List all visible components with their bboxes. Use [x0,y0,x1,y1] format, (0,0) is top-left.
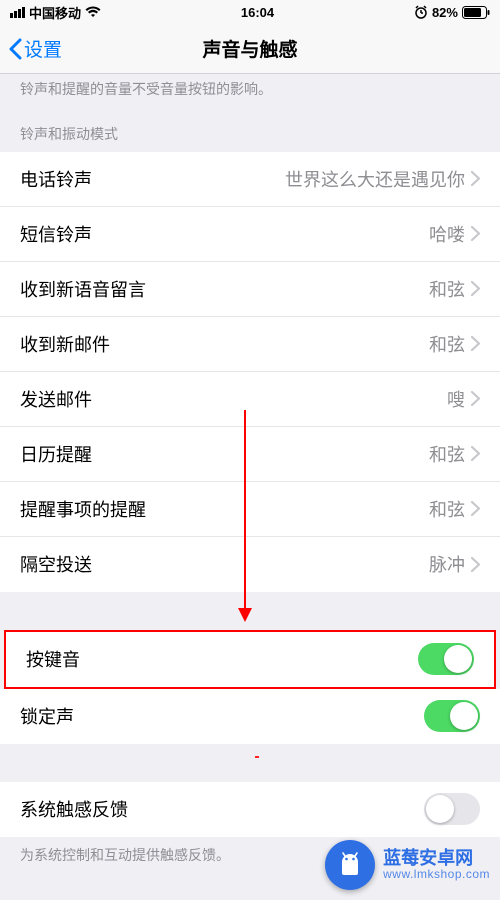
signal-bars-icon [10,7,25,18]
chevron-right-icon [471,171,480,186]
status-time: 16:04 [241,5,274,20]
row-value: 和弦 [429,276,465,302]
chevron-left-icon [8,38,22,60]
wifi-icon [85,6,101,18]
row-new-mail[interactable]: 收到新邮件 和弦 [0,317,500,372]
haptics-group: 系统触感反馈 [0,782,500,837]
row-value: 和弦 [429,496,465,522]
row-sent-mail[interactable]: 发送邮件 嗖 [0,372,500,427]
battery-percent: 82% [432,5,458,20]
status-bar: 中国移动 16:04 82% [0,0,500,24]
row-label: 提醒事项的提醒 [20,496,146,522]
sounds-group: 电话铃声 世界这么大还是遇见你 短信铃声 哈喽 收到新语音留言 和弦 收到新邮件… [0,152,500,592]
row-label: 按键音 [26,646,80,672]
row-ringtone[interactable]: 电话铃声 世界这么大还是遇见你 [0,152,500,207]
switch-keyboard-clicks[interactable] [418,643,474,675]
row-label: 日历提醒 [20,441,92,467]
page-title: 声音与触感 [0,35,500,62]
battery-icon [462,6,490,19]
toggles-group: 锁定声 [0,689,500,744]
carrier-label: 中国移动 [29,3,81,22]
status-left: 中国移动 [10,3,101,22]
nav-bar: 设置 声音与触感 [0,24,500,74]
row-label: 收到新语音留言 [20,276,146,302]
chevron-right-icon [471,501,480,516]
chevron-right-icon [471,446,480,461]
section-header-sounds: 铃声和振动模式 [0,110,500,152]
row-value: 世界这么大还是遇见你 [285,166,465,192]
chevron-right-icon [471,557,480,572]
row-calendar-alerts[interactable]: 日历提醒 和弦 [0,427,500,482]
row-airdrop[interactable]: 隔空投送 脉冲 [0,537,500,592]
row-label: 收到新邮件 [20,331,110,357]
haptics-footer-note: 为系统控制和互动提供触感反馈。 [0,837,500,873]
row-keyboard-clicks[interactable]: 按键音 [6,632,494,687]
back-label: 设置 [24,35,62,62]
switch-lock-sound[interactable] [424,700,480,732]
row-lock-sound[interactable]: 锁定声 [0,689,500,744]
chevron-right-icon [471,281,480,296]
row-value: 脉冲 [429,551,465,577]
switch-system-haptics[interactable] [424,793,480,825]
row-text-tone[interactable]: 短信铃声 哈喽 [0,207,500,262]
chevron-right-icon [471,391,480,406]
chevron-right-icon [471,336,480,351]
row-value: 和弦 [429,441,465,467]
volume-button-note: 铃声和提醒的音量不受音量按钮的影响。 [0,74,500,110]
annotation-highlight-box: 按键音 [4,630,496,689]
row-label: 发送邮件 [20,386,92,412]
row-reminder-alerts[interactable]: 提醒事项的提醒 和弦 [0,482,500,537]
row-value: 和弦 [429,331,465,357]
row-label: 锁定声 [20,703,74,729]
row-value: 哈喽 [429,221,465,247]
back-button[interactable]: 设置 [8,35,62,62]
chevron-right-icon [471,226,480,241]
row-label: 隔空投送 [20,551,92,577]
row-label: 系统触感反馈 [20,796,128,822]
row-system-haptics[interactable]: 系统触感反馈 [0,782,500,837]
row-label: 电话铃声 [20,166,92,192]
status-right: 82% [414,5,490,20]
row-label: 短信铃声 [20,221,92,247]
alarm-icon [414,5,428,19]
row-new-voicemail[interactable]: 收到新语音留言 和弦 [0,262,500,317]
row-value: 嗖 [447,386,465,412]
